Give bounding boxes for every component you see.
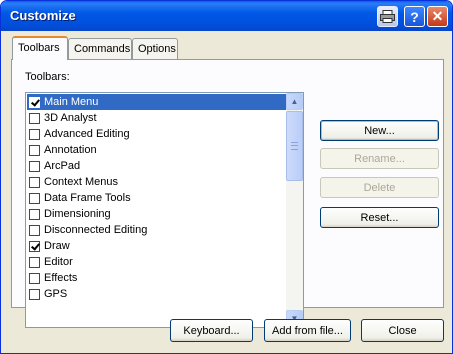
add-from-file-button[interactable]: Add from file... xyxy=(264,319,351,342)
toolbar-checkbox[interactable] xyxy=(29,256,40,268)
list-item[interactable]: Data Frame Tools xyxy=(27,190,287,206)
list-item[interactable]: Dimensioning xyxy=(27,206,287,222)
toolbar-checkbox[interactable] xyxy=(29,112,40,124)
keyboard-button[interactable]: Keyboard... xyxy=(170,319,253,342)
toolbar-label: Advanced Editing xyxy=(44,128,130,140)
window-title: Customize xyxy=(10,8,76,23)
toolbar-checkbox[interactable] xyxy=(29,128,40,140)
dialog-body: Toolbars Commands Options Toolbars: Main… xyxy=(4,31,449,351)
list-item[interactable]: Main Menu xyxy=(27,94,287,110)
printer-icon[interactable] xyxy=(377,6,398,27)
toolbar-checkbox[interactable] xyxy=(29,176,40,188)
toolbars-list[interactable]: Main Menu 3D Analyst Advanced Editing Annot… xyxy=(25,92,304,328)
toolbar-label: ArcPad xyxy=(44,160,81,172)
toolbars-group-label: Toolbars: xyxy=(25,71,70,83)
tab-options[interactable]: Options xyxy=(132,38,178,59)
new-toolbar-button[interactable]: New... xyxy=(320,120,439,141)
customize-dialog: Customize ? ✕ Toolbars Commands Options … xyxy=(0,0,453,354)
toolbar-label: Context Menus xyxy=(44,176,118,188)
scroll-up-arrow-icon[interactable]: ▲ xyxy=(286,93,303,110)
tab-commands[interactable]: Commands xyxy=(68,38,132,59)
toolbar-checkbox[interactable] xyxy=(29,240,40,252)
rename-toolbar-button[interactable]: Rename... xyxy=(320,148,439,169)
toolbar-label: Main Menu xyxy=(44,96,99,108)
toolbar-checkbox[interactable] xyxy=(29,144,40,156)
help-icon[interactable]: ? xyxy=(404,6,425,27)
toolbar-checkbox[interactable] xyxy=(29,224,40,236)
toolbar-label: Effects xyxy=(44,272,78,284)
list-item[interactable]: ArcPad xyxy=(27,158,287,174)
toolbar-checkbox[interactable] xyxy=(29,192,40,204)
toolbar-label: 3D Analyst xyxy=(44,112,97,124)
list-item[interactable]: Annotation xyxy=(27,142,287,158)
toolbar-checkbox[interactable] xyxy=(29,160,40,172)
list-item[interactable]: Effects xyxy=(27,270,287,286)
toolbar-label: Data Frame Tools xyxy=(44,192,131,204)
delete-toolbar-button[interactable]: Delete xyxy=(320,177,439,198)
list-item[interactable]: Draw xyxy=(27,238,287,254)
list-item[interactable]: Editor xyxy=(27,254,287,270)
toolbars-list-items: Main Menu 3D Analyst Advanced Editing Annot… xyxy=(27,94,287,302)
list-item[interactable]: 3D Analyst xyxy=(27,110,287,126)
toolbar-checkbox[interactable] xyxy=(29,288,40,300)
toolbar-label: Draw xyxy=(44,240,70,252)
scroll-thumb[interactable] xyxy=(286,111,303,181)
vertical-scrollbar[interactable]: ▲ ▼ xyxy=(286,93,303,327)
toolbar-label: Editor xyxy=(44,256,73,268)
list-item[interactable]: Advanced Editing xyxy=(27,126,287,142)
toolbar-label: Dimensioning xyxy=(44,208,111,220)
close-button[interactable]: Close xyxy=(361,319,444,342)
toolbar-label: GPS xyxy=(44,288,68,300)
close-icon[interactable]: ✕ xyxy=(427,6,448,27)
list-item[interactable]: Disconnected Editing xyxy=(27,222,287,238)
toolbar-checkbox[interactable] xyxy=(29,272,40,284)
toolbar-checkbox[interactable] xyxy=(29,96,40,108)
toolbar-checkbox[interactable] xyxy=(29,208,40,220)
toolbar-label: Annotation xyxy=(44,144,97,156)
toolbar-label: Disconnected Editing xyxy=(44,224,148,236)
scroll-grip-icon xyxy=(291,142,298,150)
title-bar[interactable]: Customize ? ✕ xyxy=(1,1,452,31)
tab-toolbars[interactable]: Toolbars xyxy=(12,36,68,60)
list-item[interactable]: Context Menus xyxy=(27,174,287,190)
list-item[interactable]: GPS xyxy=(27,286,287,302)
reset-toolbar-button[interactable]: Reset... xyxy=(320,207,439,228)
toolbars-tab-panel: Toolbars: Main Menu 3D Analyst Advanced Ed… xyxy=(11,59,444,328)
